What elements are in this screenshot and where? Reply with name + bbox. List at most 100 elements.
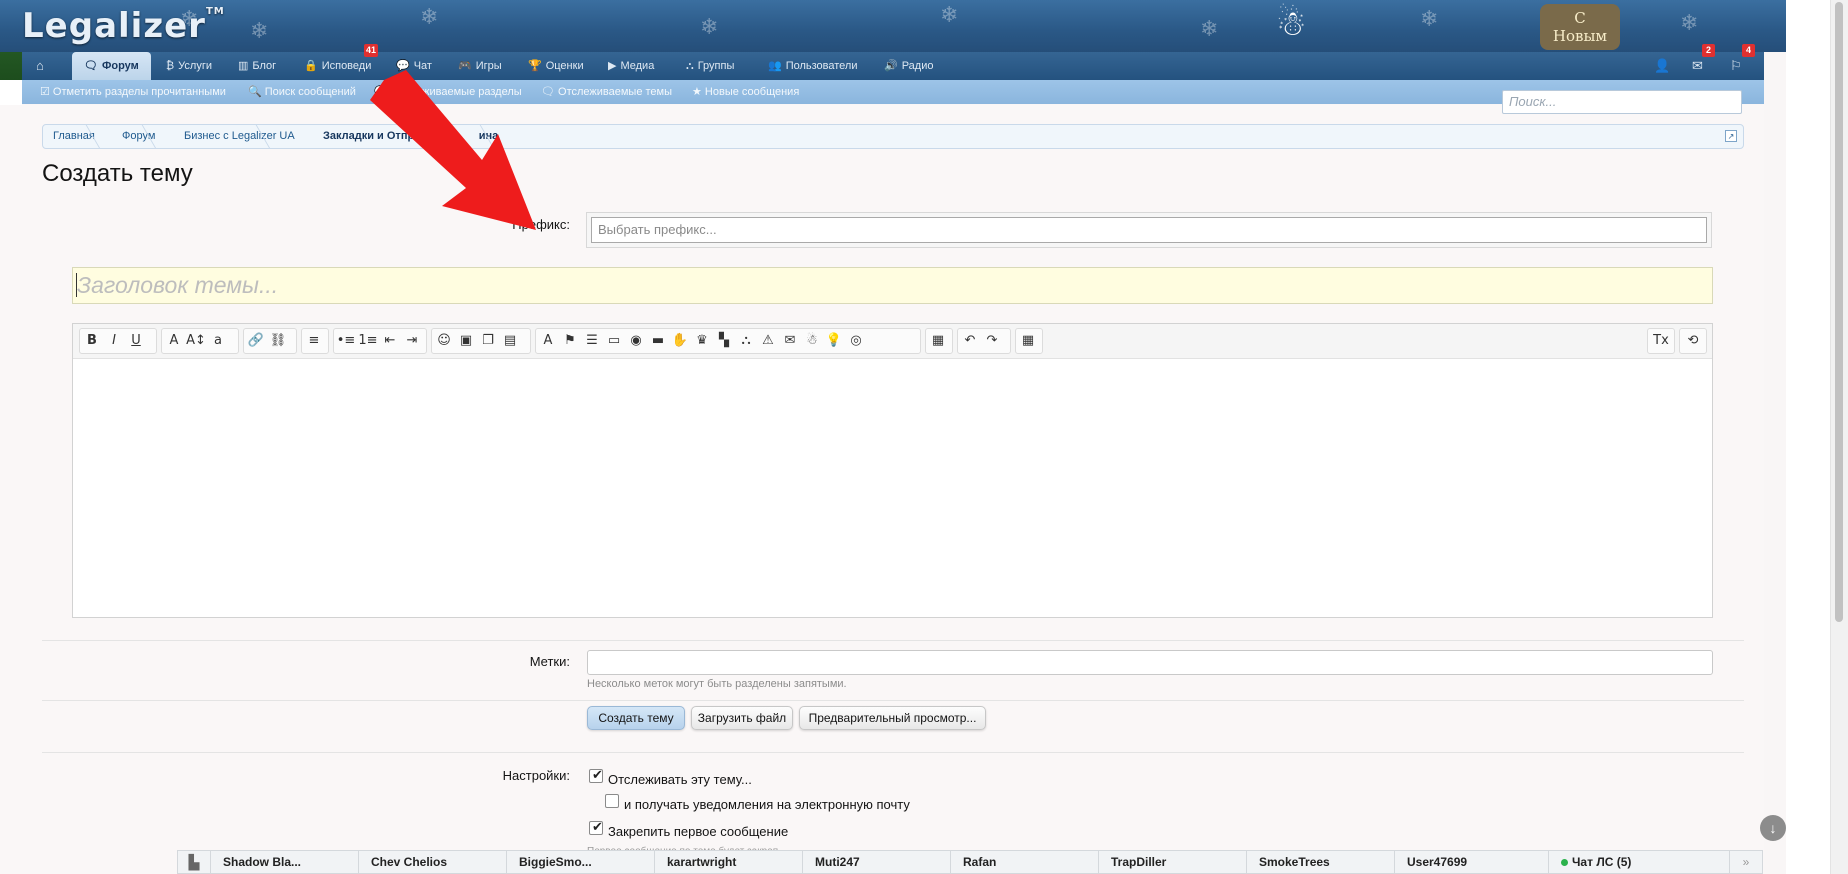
unlink-icon[interactable]: ⛓ [267,328,289,354]
flag-tag-icon[interactable]: ⚑ [559,328,581,354]
chat-user[interactable]: SmokeTrees [1246,851,1394,873]
nav-blog[interactable]: ▥ Блог [238,52,276,80]
scroll-down-icon[interactable]: ↓ [1760,815,1786,841]
private-chat-tab[interactable]: Чат ЛС (5) [1548,851,1631,873]
online-dot-icon [1561,859,1568,866]
outdent-icon[interactable]: ⇤ [379,328,401,354]
nav-users[interactable]: 👥 Пользователи [768,52,858,80]
chat-user[interactable]: BiggieSmo... [506,851,654,873]
bold-icon[interactable]: B [81,328,103,354]
share-icon[interactable]: ⛬ [735,328,757,354]
font-size-icon[interactable]: A↕ [185,328,207,354]
camera-icon[interactable]: ◉ [625,328,647,354]
font-family-icon[interactable]: a [207,328,229,354]
numbered-list-icon[interactable]: 1≡ [357,328,379,354]
nav-home[interactable]: ⌂ [36,52,44,80]
nav-forum[interactable]: 🗨 Форум [72,52,151,80]
snowflake-icon: ❄ [940,2,959,27]
create-thread-button[interactable]: Создать тему [587,706,685,730]
breadcrumb-business[interactable]: Бизнес с Legalizer UA [184,125,295,148]
italic-icon[interactable]: I [103,328,125,354]
remove-format-icon[interactable]: Tx [1650,328,1672,354]
editor-toolbar: B I U A A↕ a 🔗 ⛓ ≡ •≡ 1≡ ⇤ ⇥ ☺ ▣ ❐ ▤ A ⚑ ☰ ▭ ◉ ▬ ✋ ♛ ▚ ⛬ ⚠ ✉ ☃ 💡 ◎ ▦ ↶ ↷ ▦ T… [73,324,1712,359]
stick-first-post-checkbox[interactable]: ✔ [589,819,603,835]
chat-user[interactable]: Rafan [950,851,1098,873]
chevrons-right-icon[interactable]: » [1729,851,1762,873]
trophy-tag-icon[interactable]: ♛ [691,328,713,354]
table-icon[interactable]: ▦ [1017,328,1039,354]
nav-account[interactable]: 👤 [1654,52,1670,80]
undo-icon[interactable]: ↶ [959,328,981,354]
message-editor[interactable]: B I U A A↕ a 🔗 ⛓ ≡ •≡ 1≡ ⇤ ⇥ ☺ ▣ ❐ ▤ A ⚑ ☰ ▭ ◉ ▬ ✋ ♛ ▚ ⛬ ⚠ ✉ ☃ 💡 ◎ ▦ ↶ ↷ ▦ T… [72,323,1713,618]
nav-alerts[interactable]: ⚐ [1730,52,1742,80]
prefix-field-wrapper: Выбрать префикс... [586,212,1712,248]
snowflake-icon: ❄ [420,4,439,29]
note-icon[interactable]: ✉ [779,328,801,354]
network-icon[interactable]: ▚ [713,328,735,354]
bulb-icon[interactable]: 💡 [823,328,845,354]
search-input[interactable]: Поиск... [1502,90,1742,114]
red-arrow-annotation [370,70,536,230]
indent-icon[interactable]: ⇥ [401,328,423,354]
text-caret [76,273,77,297]
mark-forums-read-link[interactable]: ☑ Отметить разделы прочитанными [40,80,226,104]
nav-media[interactable]: ▶ Медиа [608,52,654,80]
align-icon[interactable]: ≡ [303,328,325,354]
tags-input[interactable] [587,650,1713,675]
redo-icon[interactable]: ↷ [981,328,1003,354]
group-icon[interactable]: ☃ [801,328,823,354]
save-draft-icon[interactable]: ▦ [927,328,949,354]
bullet-list-icon[interactable]: •≡ [335,328,357,354]
hide-icon[interactable]: ☰ [581,328,603,354]
envelope-icon: ✉ [1692,58,1703,73]
text-color-icon[interactable]: A [163,328,185,354]
search-posts-link[interactable]: 🔍 Поиск сообщений [248,80,356,104]
underline-icon[interactable]: U [125,328,147,354]
link-icon[interactable]: 🔗 [245,328,267,354]
comment-tag-icon[interactable]: ▬ [647,328,669,354]
email-notify-checkbox[interactable] [605,794,619,808]
chat-user[interactable]: User47699 [1394,851,1548,873]
user-icon: 👤 [1654,58,1671,73]
nav-services[interactable]: ₿ Услуги [166,52,212,80]
smiley-icon[interactable]: ☺ [433,328,455,354]
scrollbar-thumb[interactable] [1835,2,1843,622]
upload-file-button[interactable]: Загрузить файл [691,706,793,730]
like-icon[interactable]: ✋ [669,328,691,354]
preview-button[interactable]: Предварительный просмотр... [799,706,986,730]
nav-confessions[interactable]: 🔒 Исповеди [304,52,371,80]
nav-groups[interactable]: ⛬ Группы [686,52,734,80]
insert-block-icon[interactable]: ▤ [499,328,521,354]
site-logo[interactable]: LegalizerTM [22,6,225,46]
warning-icon[interactable]: ⚠ [757,328,779,354]
chat-user[interactable]: Shadow Bla... [210,851,358,873]
home-icon: ⌂ [36,58,44,73]
watched-threads-link[interactable]: 🗨 Отслеживаемые темы [541,80,672,104]
chat-user[interactable]: karartwright [654,851,802,873]
chat-icon[interactable]: ▙ [178,851,210,873]
chat-user[interactable]: Muti247 [802,851,950,873]
inbox-badge: 2 [1702,44,1715,57]
breadcrumb: Главная Форум Бизнес с Legalizer UA Закл… [42,124,1744,149]
record-icon[interactable]: ◎ [845,328,867,354]
snowflake-icon: ❄ [1200,16,1219,41]
toggle-bbcode-icon[interactable]: ⟲ [1682,328,1704,354]
search-icon: 🔍 [248,86,265,98]
thread-title-input[interactable]: Заголовок темы... [72,267,1713,304]
media-icon[interactable]: ❐ [477,328,499,354]
external-link-icon[interactable]: ↗ [1725,130,1737,142]
nav-radio[interactable]: 🔊 Радио [884,52,933,80]
nav-inbox[interactable]: ✉ [1692,52,1703,80]
image-icon[interactable]: ▣ [455,328,477,354]
chat-user[interactable]: TrapDiller [1098,851,1246,873]
page-scrollbar[interactable] [1830,0,1848,874]
watch-thread-checkbox[interactable]: ✔ [589,767,603,783]
new-posts-link[interactable]: ★ Новые сообщения [692,80,799,104]
chat-user[interactable]: Chev Chelios [358,851,506,873]
quote-icon[interactable]: ▭ [603,328,625,354]
checkmark-icon: ✔ [592,819,603,834]
prefix-select[interactable]: Выбрать префикс... [591,217,1707,243]
snowflake-icon: ❄ [1680,10,1699,35]
spoiler-icon[interactable]: A [537,328,559,354]
users-icon: 👥 [768,60,782,72]
